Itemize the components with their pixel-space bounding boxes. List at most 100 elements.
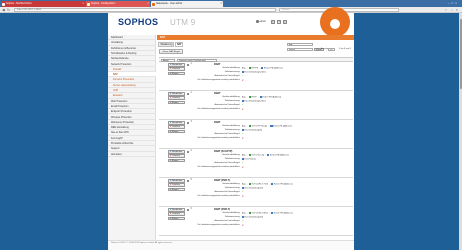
reload-page-icon[interactable]: ↻: [271, 20, 275, 24]
nat-rule-row: ✎Bearbeiten ✕Löschen ⧉Klonen 3 DNAT Verkehrsa…: [159, 120, 353, 149]
rule-enable-checkbox[interactable]: [187, 92, 190, 95]
reload-icon[interactable]: ↻: [7, 8, 10, 12]
sort-select[interactable]: Sortieren nach: Position abst: [177, 58, 217, 62]
clone-button[interactable]: ⧉Klonen: [168, 129, 185, 134]
cross-icon: ✗: [242, 224, 244, 227]
search-icon[interactable]: ⚲: [283, 20, 287, 24]
mapping-label: Verkehrsabbildung:: [222, 95, 240, 98]
footer: Release 9.405-5 © 2000-2016 Sophos Limit…: [108, 240, 354, 250]
cross-icon: ✗: [242, 195, 244, 198]
user-icon: [256, 20, 259, 23]
delete-button[interactable]: ✕Löschen: [168, 154, 185, 159]
rule-number: 4: [190, 149, 192, 152]
tab-label: Statusseite - User admin: [156, 2, 183, 5]
rule-number: 2: [190, 91, 192, 94]
sophos-logo: SOPHOS: [118, 17, 159, 27]
main-content: NAT Maskierung NAT +Neue NAT-Regel... Al…: [157, 35, 354, 240]
tab-nat[interactable]: NAT: [174, 41, 183, 47]
service-value: TCP_DVB-T 8001: [251, 212, 269, 215]
tab-favicon-icon: [87, 2, 90, 6]
mapping-label: Verkehrsabbildung:: [222, 66, 240, 69]
tab-favicon-icon: [152, 2, 155, 6]
service-value: TCP_DVB-T 7322: [251, 183, 269, 186]
rule-enable-checkbox[interactable]: [187, 121, 190, 124]
delete-button-label: Löschen: [172, 213, 180, 216]
delete-button[interactable]: ✕Löschen: [168, 125, 185, 130]
log-label: Die Initialisierungspakete werden protok…: [197, 136, 240, 139]
check-icon: ✓: [242, 190, 244, 193]
sidebar-item[interactable]: Abmelden: [108, 152, 156, 157]
mapping-label: Verkehrsabbildung:: [222, 153, 240, 156]
delete-button[interactable]: ✕Löschen: [168, 96, 185, 101]
rule-title: DNAT: [214, 62, 221, 66]
clone-button[interactable]: ⧉Klonen: [168, 71, 185, 76]
filter-search-input[interactable]: Suche: [287, 47, 313, 51]
dest-value: Extern FB (Address): [263, 67, 283, 70]
cross-icon: ✗: [242, 137, 244, 140]
rule-enable-checkbox[interactable]: [187, 179, 190, 182]
rule-title: DNAT (DVB-T): [214, 178, 231, 182]
target-label: Zieldumsetzung:: [224, 99, 240, 102]
check-icon: ✓: [242, 132, 244, 135]
back-icon[interactable]: ◀: [2, 8, 5, 12]
nat-rule-row: ✎Bearbeiten ✕Löschen ⧉Klonen 5 DNAT (DVB-T) V…: [159, 178, 353, 207]
delete-button[interactable]: ✕Löschen: [168, 212, 185, 217]
auto-rule-label: Automatische Firewallregel:: [214, 132, 240, 135]
log-label: Die Initialisierungspakete werden protok…: [197, 78, 240, 81]
dest-value: Extern FB (Address): [272, 125, 292, 128]
clone-button[interactable]: ⧉Klonen: [168, 100, 185, 105]
service-value: TCP_FTP Range: [251, 125, 268, 128]
target-value: Ext_Verbindung/dvb: [242, 186, 264, 191]
rule-enable-checkbox[interactable]: [187, 208, 190, 211]
mapping-label: Verkehrsabbildung:: [222, 124, 240, 127]
help-icon[interactable]: ?: [277, 20, 281, 24]
service-value: HTTP: [251, 96, 257, 99]
clone-button-label: Klonen: [171, 72, 179, 75]
clone-button[interactable]: ⧉Klonen: [168, 187, 185, 192]
dest-value: Extern FB (Address): [273, 212, 293, 215]
target-text: Ext_Verbindung/dvb: [244, 216, 264, 219]
edit-button[interactable]: ✎Bearbeiten: [168, 178, 185, 183]
target-text: Ext_Verbindung/dvb: [244, 187, 264, 190]
edit-button[interactable]: ✎Bearbeiten: [168, 91, 185, 96]
rule-number: 3: [190, 120, 192, 123]
toolbar-icons[interactable]: ☆ ⌂ ≡: [445, 8, 459, 12]
display-count-select[interactable]: 10: [328, 47, 335, 51]
scrollbar-thumb[interactable]: [459, 19, 462, 89]
url-bar[interactable]: https://192.168.1.1:4444/: [14, 8, 276, 12]
window-controls[interactable]: –□×: [448, 1, 459, 5]
dest-value: Extern FB (Address): [269, 154, 289, 157]
edit-button[interactable]: ✎Bearbeiten: [168, 62, 185, 67]
new-nat-rule-button[interactable]: +Neue NAT-Regel...: [159, 49, 183, 54]
browser-tab-bar: Sophos - Mozilla Firefox × Sophos - Konf…: [0, 0, 462, 7]
delete-button[interactable]: ✕Löschen: [168, 183, 185, 188]
target-text: Ext_Fritzbox: [244, 158, 257, 161]
rule-number: 1: [190, 62, 192, 65]
log-label: Die Initialisierungspakete werden protok…: [197, 194, 240, 197]
edit-button-label: Bearbeiten: [172, 150, 183, 153]
edit-button[interactable]: ✎Bearbeiten: [168, 149, 185, 154]
type-filter-select[interactable]: Alle: [287, 43, 313, 47]
edit-button[interactable]: ✎Bearbeiten: [168, 120, 185, 125]
delete-button-label: Löschen: [172, 97, 180, 100]
edit-button-label: Bearbeiten: [172, 92, 183, 95]
clone-button[interactable]: ⧉Klonen: [168, 158, 185, 163]
service-value: HTTPS: [251, 67, 259, 70]
nat-rule-row: ✎Bearbeiten ✕Löschen ⧉Klonen 4 DNAT (FritzFT…: [159, 149, 353, 178]
target-text: Ext_Verbindung/ftp: [244, 129, 263, 132]
delete-button[interactable]: ✕Löschen: [168, 67, 185, 72]
dest-value: Extern FB (Address): [262, 96, 282, 99]
delete-button-label: Löschen: [172, 126, 180, 129]
clone-button[interactable]: ⧉Klonen: [168, 216, 185, 221]
rule-enable-checkbox[interactable]: [187, 150, 190, 153]
edit-button[interactable]: ✎Bearbeiten: [168, 207, 185, 212]
log-label: Die Initialisierungspakete werden protok…: [197, 223, 240, 226]
sidebar: Dashboard Verwaltung Definitionen & Benutz…: [108, 35, 156, 240]
service-value: TCP_Fritz_ftp: [251, 154, 265, 157]
sophos-emblem: [320, 7, 350, 37]
action-select[interactable]: Aktion: [161, 58, 175, 62]
target-text: Ext_Verbindung/web01: [244, 100, 266, 103]
user-menu[interactable]: admin: [256, 20, 266, 24]
rule-enable-checkbox[interactable]: [187, 63, 190, 66]
tab-maskierung[interactable]: Maskierung: [158, 41, 174, 47]
